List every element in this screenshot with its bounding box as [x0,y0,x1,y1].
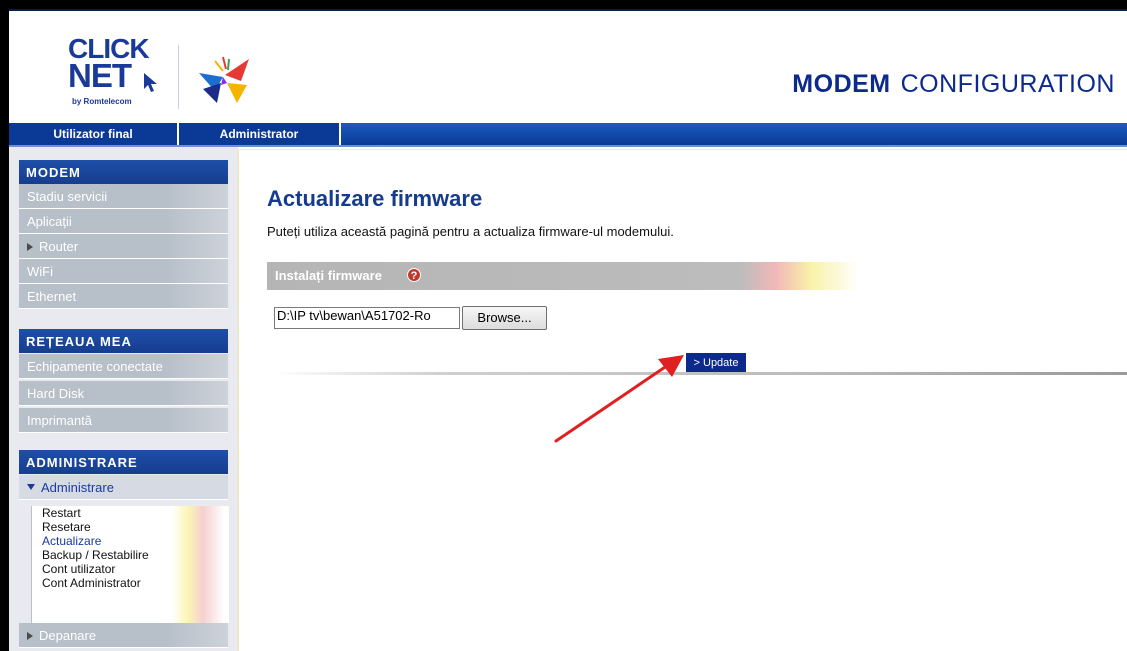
help-icon[interactable]: ? [407,268,421,282]
page-title: Actualizare firmware [267,186,483,211]
sidebar-item-hard-disk[interactable]: Hard Disk [19,381,228,406]
submenu-actualizare[interactable]: Actualizare [42,535,101,548]
submenu-restart[interactable]: Restart [42,507,81,520]
submenu-decoration [172,506,224,623]
top-nav: Utilizator final Administrator [9,123,1127,145]
section-head-reteaua-mea: REȚEAUA MEA [19,329,228,353]
logo-line2: NET [68,57,132,94]
header-title-rest: CONFIGURATION [900,70,1115,98]
sidebar-item-router[interactable]: Router [19,234,228,259]
sidebar-item-label: Router [39,239,79,254]
sidebar-item-imprimanta[interactable]: Imprimantă [19,408,228,433]
sidebar-item-depanare[interactable]: Depanare [19,623,228,648]
expand-arrow-icon [27,243,33,251]
header: CLICK NET by Romtelecom MODEM CONFIGURATI… [9,11,1127,123]
annotation-arrow-icon [554,355,684,443]
sidebar-item-wifi[interactable]: WiFi [19,259,228,284]
sidebar-item-echipamente[interactable]: Echipamente conectate [19,354,228,379]
browser-viewport: CLICK NET by Romtelecom MODEM CONFIGURATI… [9,9,1127,651]
submenu-cont-utilizator[interactable]: Cont utilizator [42,563,115,576]
section-head-modem: MODEM [19,160,228,184]
sidebar-item-ethernet[interactable]: Ethernet [19,284,228,309]
tab-utilizator-final[interactable]: Utilizator final [9,123,179,145]
firmware-file-input[interactable]: D:\IP tv\bewan\A51702-Ro [274,307,460,329]
sidebar-item-stadiu-servicii[interactable]: Stadiu servicii [19,184,228,209]
tab-administrator[interactable]: Administrator [179,123,341,145]
sidebar-item-label: Depanare [39,628,97,643]
submenu-cont-administrator[interactable]: Cont Administrator [42,577,141,590]
header-title: MODEM CONFIGURATION [792,70,1115,99]
browse-button[interactable]: Browse... [462,306,547,330]
sidebar-item-aplicatii[interactable]: Aplicații [19,209,228,234]
sidebar-item-label: Administrare [41,480,114,495]
submenu-backup[interactable]: Backup / Restabilire [42,549,149,562]
header-title-bold: MODEM [792,70,891,98]
administrare-submenu: Restart Resetare Actualizare Backup / Re… [31,506,229,623]
butterfly-logo-icon [199,56,249,103]
sidebar-item-administrare[interactable]: Administrare [19,475,228,500]
install-firmware-header: Instalați firmware ? [267,262,859,290]
cursor-icon [144,73,157,92]
logo-divider [178,45,179,109]
install-firmware-label: Instalați firmware [275,268,382,283]
collapse-arrow-icon [27,484,35,490]
page-description: Puteți utiliza această pagină pentru a a… [267,224,674,239]
clicknet-logo: CLICK NET by Romtelecom [58,35,168,111]
expand-arrow-icon [27,632,33,640]
submenu-resetare[interactable]: Resetare [42,521,91,534]
logo-subtitle: by Romtelecom [72,97,132,106]
section-head-administrare: ADMINISTRARE [19,450,228,474]
